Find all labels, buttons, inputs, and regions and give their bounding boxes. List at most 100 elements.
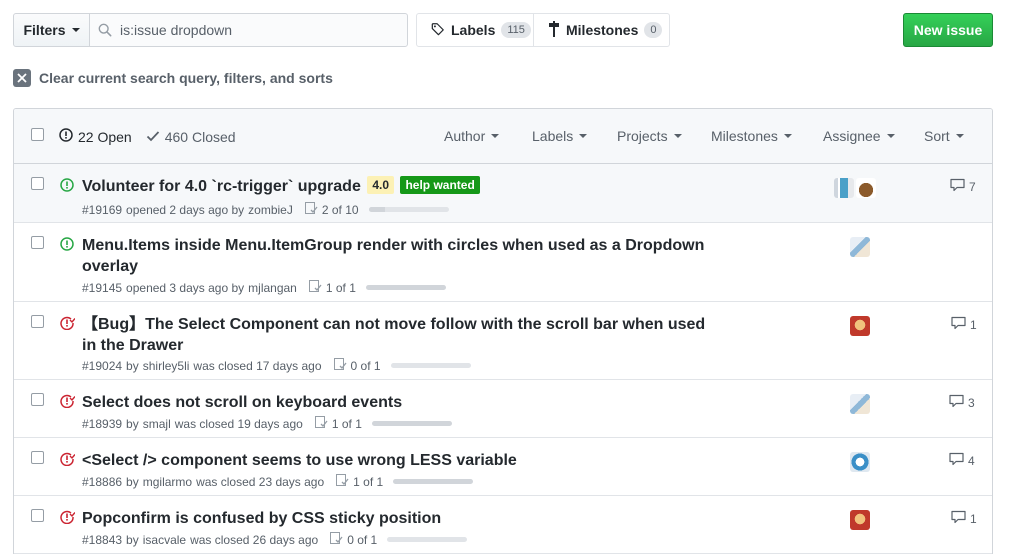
select-all-checkbox[interactable] bbox=[31, 128, 44, 141]
assignee-avatars bbox=[850, 452, 870, 472]
issue-row[interactable]: 【Bug】The Select Component can not move f… bbox=[14, 302, 992, 380]
labels-button[interactable]: Labels 115 bbox=[416, 13, 534, 47]
issue-title: 【Bug】The Select Component can not move f… bbox=[82, 314, 722, 356]
avatar[interactable] bbox=[850, 510, 870, 530]
issues-list-header: 22 Open 460 Closed Author Labels Project… bbox=[14, 109, 992, 164]
avatar[interactable] bbox=[850, 316, 870, 336]
filters-button[interactable]: Filters bbox=[13, 13, 90, 47]
assignee-avatars bbox=[850, 316, 870, 336]
issue-row[interactable]: Select does not scroll on keyboard event… bbox=[14, 380, 992, 438]
labels-count: 115 bbox=[501, 22, 531, 38]
issue-by-text: by bbox=[126, 532, 139, 547]
tag-icon bbox=[431, 22, 445, 39]
closed-issues-link[interactable]: 460 Closed bbox=[146, 129, 236, 145]
issue-author-link[interactable]: shirley5li bbox=[143, 359, 190, 373]
issue-opened-icon bbox=[59, 128, 73, 145]
issue-meta: #19145 opened 3 days ago by mjlangan 1 o… bbox=[82, 280, 446, 295]
task-progress-text: 0 of 1 bbox=[350, 358, 381, 373]
issue-checkbox[interactable] bbox=[31, 315, 44, 328]
issue-by-text: by bbox=[126, 358, 139, 373]
issue-title-link[interactable]: Select does not scroll on keyboard event… bbox=[82, 394, 402, 411]
issue-title: Menu.Items inside Menu.ItemGroup render … bbox=[82, 235, 722, 277]
issue-closed-text: was closed 23 days ago bbox=[196, 474, 325, 489]
comments-link[interactable]: 1 bbox=[951, 316, 977, 333]
issue-author-link[interactable]: isacvale bbox=[143, 533, 186, 547]
open-issues-link[interactable]: 22 Open bbox=[59, 128, 132, 145]
issue-checkbox[interactable] bbox=[31, 236, 44, 249]
author-filter[interactable]: Author bbox=[444, 128, 500, 144]
issue-number: #19024 bbox=[82, 358, 123, 373]
avatar[interactable] bbox=[850, 237, 870, 257]
search-icon bbox=[90, 23, 120, 37]
issue-row[interactable]: Menu.Items inside Menu.ItemGroup render … bbox=[14, 223, 992, 302]
issue-number: #19145 bbox=[82, 280, 123, 295]
issue-meta: #19024 by shirley5li was closed 17 days … bbox=[82, 358, 471, 373]
issue-checkbox[interactable] bbox=[31, 177, 44, 190]
issue-closed-icon bbox=[60, 316, 76, 333]
assignee-avatars bbox=[850, 510, 870, 530]
issue-closed-icon bbox=[60, 394, 76, 411]
issue-label[interactable]: help wanted bbox=[400, 176, 480, 194]
issue-row[interactable]: <Select /> component seems to use wrong … bbox=[14, 438, 992, 496]
author-filter-label: Author bbox=[444, 128, 486, 144]
issue-title-link[interactable]: Volunteer for 4.0 `rc-trigger` upgrade bbox=[82, 178, 361, 195]
comments-link[interactable]: 4 bbox=[949, 452, 975, 469]
issue-checkbox[interactable] bbox=[31, 509, 44, 522]
issue-author-link[interactable]: mjlangan bbox=[248, 281, 297, 295]
task-progress-text: 2 of 10 bbox=[321, 202, 359, 217]
comment-icon bbox=[950, 178, 965, 195]
issue-title-link[interactable]: <Select /> component seems to use wrong … bbox=[82, 452, 517, 469]
avatar[interactable] bbox=[850, 452, 870, 472]
assignee-avatars bbox=[834, 178, 876, 198]
new-issue-button[interactable]: New issue bbox=[903, 13, 993, 47]
issue-row[interactable]: Volunteer for 4.0 `rc-trigger` upgrade 4… bbox=[14, 164, 992, 223]
issue-title-link[interactable]: Menu.Items inside Menu.ItemGroup render … bbox=[82, 237, 704, 275]
issue-meta: #18886 by mgilarmo was closed 23 days ag… bbox=[82, 474, 474, 489]
labels-filter[interactable]: Labels bbox=[532, 128, 588, 144]
issue-opened-text: opened 3 days ago by bbox=[126, 280, 245, 295]
issue-number: #18886 bbox=[82, 474, 123, 489]
sort-filter-label: Sort bbox=[924, 128, 950, 144]
comment-icon bbox=[951, 510, 966, 527]
issue-checkbox[interactable] bbox=[31, 451, 44, 464]
comments-link[interactable]: 7 bbox=[950, 178, 976, 195]
search-box[interactable] bbox=[89, 13, 408, 47]
issue-label[interactable]: 4.0 bbox=[367, 176, 394, 194]
issue-meta: #19169 opened 2 days ago by zombieJ 2 of… bbox=[82, 202, 449, 217]
clear-filters-label: Clear current search query, filters, and… bbox=[39, 70, 333, 86]
labels-milestones-nav: Labels 115 Milestones 0 bbox=[416, 13, 670, 47]
comments-link[interactable]: 1 bbox=[951, 510, 977, 527]
clear-filters-link[interactable]: Clear current search query, filters, and… bbox=[13, 69, 333, 87]
task-progress-bar bbox=[365, 285, 446, 290]
issue-checkbox[interactable] bbox=[31, 393, 44, 406]
sort-filter[interactable]: Sort bbox=[924, 128, 964, 144]
checklist-icon bbox=[333, 358, 347, 373]
chevron-down-icon bbox=[955, 134, 964, 138]
issue-title-link[interactable]: 【Bug】The Select Component can not move f… bbox=[82, 316, 705, 354]
issue-number: #18843 bbox=[82, 532, 123, 547]
issue-row[interactable]: Popconfirm is confused by CSS sticky pos… bbox=[14, 496, 992, 554]
issue-author-link[interactable]: smajl bbox=[143, 417, 171, 431]
avatar[interactable] bbox=[856, 178, 876, 198]
chevron-down-icon bbox=[71, 28, 80, 32]
assignee-filter[interactable]: Assignee bbox=[823, 128, 895, 144]
milestones-filter[interactable]: Milestones bbox=[711, 128, 792, 144]
issue-title-link[interactable]: Popconfirm is confused by CSS sticky pos… bbox=[82, 510, 441, 527]
avatar[interactable] bbox=[834, 178, 854, 198]
milestones-button[interactable]: Milestones 0 bbox=[534, 13, 670, 47]
comment-count: 7 bbox=[969, 179, 976, 194]
comment-count: 3 bbox=[968, 395, 975, 410]
avatar[interactable] bbox=[850, 394, 870, 414]
issue-closed-text: was closed 17 days ago bbox=[193, 358, 322, 373]
milestones-filter-label: Milestones bbox=[711, 128, 778, 144]
search-input[interactable] bbox=[120, 15, 400, 45]
issue-author-link[interactable]: zombieJ bbox=[248, 203, 293, 217]
issue-author-link[interactable]: mgilarmo bbox=[143, 475, 192, 489]
issue-number: #19169 bbox=[82, 202, 123, 217]
comment-count: 4 bbox=[968, 453, 975, 468]
closed-issues-label: 460 Closed bbox=[164, 128, 236, 145]
assignee-avatars bbox=[850, 237, 870, 257]
comments-link[interactable]: 3 bbox=[949, 394, 975, 411]
projects-filter[interactable]: Projects bbox=[617, 128, 682, 144]
chevron-down-icon bbox=[673, 134, 682, 138]
